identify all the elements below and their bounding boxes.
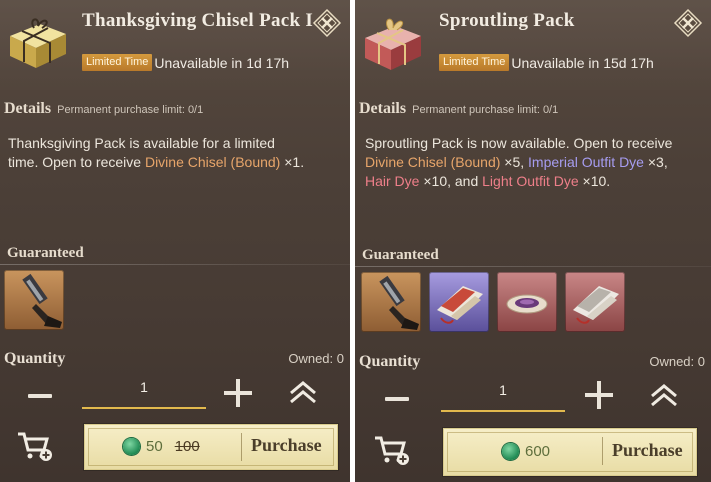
quantity-value: 1 xyxy=(140,379,148,395)
purchase-button[interactable]: 600 Purchase xyxy=(443,428,697,476)
item-link-light-outfit-dye: Light Outfit Dye xyxy=(482,173,579,189)
quantity-input[interactable]: 1 xyxy=(441,376,565,412)
purchase-limit-text: Permanent purchase limit: 0/1 xyxy=(412,104,559,116)
reward-item-imperial-outfit-dye[interactable] xyxy=(429,272,489,332)
chisel-icon xyxy=(379,275,419,330)
dye-cloth-icon xyxy=(573,286,619,324)
quantity-input[interactable]: 1 xyxy=(82,373,206,409)
purchase-label: Purchase xyxy=(251,435,322,455)
close-icon xyxy=(673,8,703,38)
chisel-icon xyxy=(22,273,62,328)
limited-time-badge: Limited Time xyxy=(82,54,153,71)
jade-currency-icon xyxy=(123,438,140,455)
owned-count: Owned: 0 xyxy=(288,351,344,366)
max-quantity-button[interactable] xyxy=(286,377,320,407)
divider xyxy=(0,264,350,265)
availability-text: Unavailable in 1d 17h xyxy=(154,54,290,71)
decrease-quantity-button[interactable] xyxy=(383,391,411,407)
cart-plus-icon xyxy=(375,436,409,465)
reward-item-divine-chisel[interactable] xyxy=(4,270,64,330)
purchase-label: Purchase xyxy=(612,440,683,460)
purchase-limit-text: Permanent purchase limit: 0/1 xyxy=(57,104,204,116)
guaranteed-items xyxy=(4,270,64,330)
max-quantity-button[interactable] xyxy=(647,380,681,410)
divider xyxy=(355,266,711,267)
close-button[interactable] xyxy=(673,8,703,38)
dye-cloth-icon xyxy=(437,286,483,324)
item-link-hair-dye: Hair Dye xyxy=(365,173,420,189)
close-icon xyxy=(312,8,342,38)
pack-panel-thanksgiving: Thanksgiving Chisel Pack I Limited Time … xyxy=(0,0,350,482)
add-to-cart-button[interactable] xyxy=(373,434,411,468)
item-link-divine-chisel: Divine Chisel (Bound) xyxy=(144,154,281,170)
details-heading: Details xyxy=(359,100,407,117)
gift-box-icon xyxy=(359,14,427,72)
price-original: 100 xyxy=(174,438,200,455)
pack-description: Sproutling Pack is now available. Open t… xyxy=(365,135,673,189)
jade-currency-icon xyxy=(502,443,519,460)
item-link-divine-chisel: Divine Chisel (Bound) xyxy=(365,154,501,170)
pack-title: Thanksgiving Chisel Pack I xyxy=(82,10,314,31)
availability-text: Unavailable in 15d 17h xyxy=(511,54,654,71)
limited-time-badge: Limited Time xyxy=(439,54,510,71)
reward-item-hair-dye[interactable] xyxy=(497,272,557,332)
purchase-button[interactable]: 50 100 Purchase xyxy=(84,424,338,470)
double-chevron-up-icon xyxy=(290,381,316,404)
hair-dye-dish-icon xyxy=(506,294,548,314)
pack-panel-sproutling: Sproutling Pack Limited Time Unavailable… xyxy=(355,0,711,482)
guaranteed-heading: Guaranteed xyxy=(7,245,84,261)
reward-item-light-outfit-dye[interactable] xyxy=(565,272,625,332)
quantity-heading: Quantity xyxy=(4,350,66,367)
divider xyxy=(241,433,242,461)
add-to-cart-button[interactable] xyxy=(16,430,54,464)
pack-title: Sproutling Pack xyxy=(439,10,575,31)
guaranteed-items xyxy=(361,272,625,332)
details-heading: Details xyxy=(4,100,52,117)
quantity-heading: Quantity xyxy=(359,353,421,370)
cart-plus-icon xyxy=(18,432,52,461)
price-current: 600 xyxy=(525,443,551,460)
double-chevron-up-icon xyxy=(651,384,677,407)
guaranteed-heading: Guaranteed xyxy=(362,247,439,263)
quantity-value: 1 xyxy=(499,382,507,398)
pack-description: Thanksgiving Pack is available for a lim… xyxy=(8,135,305,170)
owned-count: Owned: 0 xyxy=(649,354,705,369)
price-current: 50 xyxy=(146,438,163,455)
gift-box-icon xyxy=(4,14,72,72)
close-button[interactable] xyxy=(312,8,342,38)
item-link-imperial-outfit-dye: Imperial Outfit Dye xyxy=(528,154,644,170)
increase-quantity-button[interactable] xyxy=(585,381,613,409)
increase-quantity-button[interactable] xyxy=(224,379,252,407)
divider xyxy=(602,437,603,465)
reward-item-divine-chisel[interactable] xyxy=(361,272,421,332)
decrease-quantity-button[interactable] xyxy=(26,388,54,404)
